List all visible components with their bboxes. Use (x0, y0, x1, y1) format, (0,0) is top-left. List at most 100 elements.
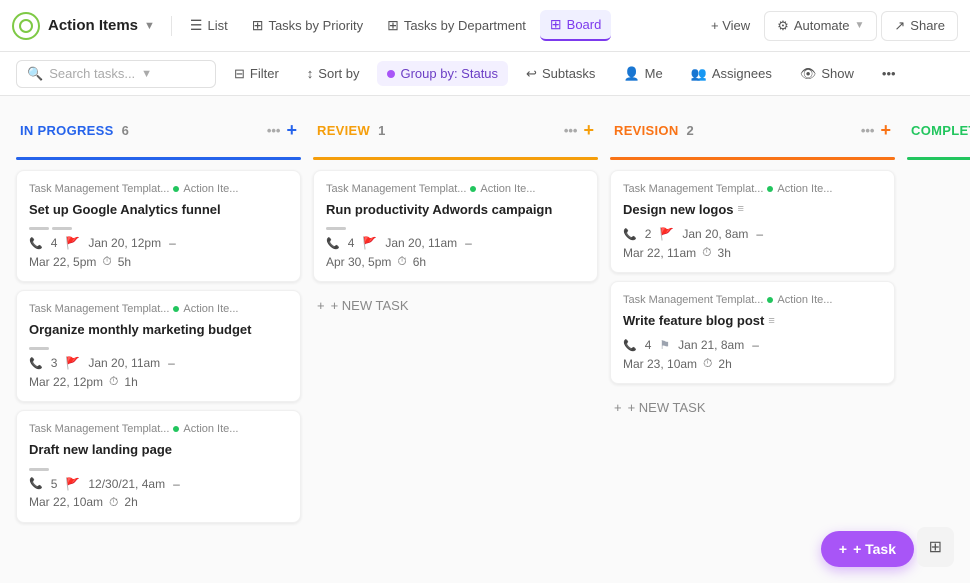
phone-icon: 📞 (623, 339, 637, 352)
col-more-icon[interactable]: ••• (564, 123, 578, 138)
status-dot (767, 186, 773, 192)
sort-icon: ↕ (307, 66, 314, 81)
sort-btn[interactable]: ↕ Sort by (297, 61, 370, 86)
phone-icon: 📞 (29, 357, 43, 370)
card-footer: Mar 22, 10am ⏱ 2h (29, 495, 288, 510)
more-icon: ••• (882, 66, 896, 81)
col-count-review: 1 (378, 123, 385, 138)
col-header-complete: COMPLETE 0 ••• + (907, 112, 970, 149)
card-set-up-analytics[interactable]: Task Management Templat... Action Ite...… (16, 170, 301, 282)
col-actions-revision[interactable]: ••• + (861, 120, 891, 141)
subtasks-btn[interactable]: ↩ Subtasks (516, 61, 605, 87)
flag-icon: 🚩 (65, 477, 80, 491)
nav-title: Action Items (48, 17, 138, 34)
status-dot (173, 306, 179, 312)
card-meta: Task Management Templat... Action Ite... (29, 303, 288, 315)
card-footer: Mar 23, 10am ⏱ 2h (623, 356, 882, 371)
card-title: Run productivity Adwords campaign (326, 201, 585, 219)
card-title: Design new logos ≡ (623, 201, 882, 219)
search-box[interactable]: 🔍 Search tasks... ▼ (16, 60, 216, 88)
card-title: Draft new landing page (29, 441, 288, 459)
task-fab[interactable]: + + Task (821, 531, 914, 567)
col-count-in-progress: 6 (122, 123, 129, 138)
grid-view-btn[interactable]: ⊞ (917, 527, 954, 567)
view-btn[interactable]: + View (701, 12, 760, 39)
col-add-icon[interactable]: + (583, 120, 594, 141)
clock-icon: ⏱ (109, 374, 118, 389)
col-add-icon[interactable]: + (880, 120, 891, 141)
tab-list[interactable]: ☰ List (180, 11, 238, 40)
automate-icon: ⚙ (777, 18, 789, 34)
top-nav: Action Items ▼ ☰ List ⊞ Tasks by Priorit… (0, 0, 970, 52)
toolbar: 🔍 Search tasks... ▼ ⊟ Filter ↕ Sort by G… (0, 52, 970, 96)
assignees-btn[interactable]: 👥 Assignees (681, 61, 782, 87)
list-icon: ☰ (190, 17, 203, 34)
plus-icon: + (317, 298, 325, 313)
flag-icon: 🚩 (65, 236, 80, 250)
card-footer: Mar 22, 11am ⏱ 3h (623, 245, 882, 260)
flag-icon: ⚑ (659, 338, 670, 352)
status-dot (767, 297, 773, 303)
col-header-revision: REVISION 2 ••• + (610, 112, 895, 149)
col-add-icon[interactable]: + (286, 120, 297, 141)
col-bar-revision (610, 157, 895, 160)
card-row: 📞 4 🚩 Jan 20, 12pm – (29, 236, 288, 250)
task-fab-icon: + (839, 541, 847, 557)
tab-tasks-dept[interactable]: ⊞ Tasks by Department (377, 11, 536, 40)
col-more-icon[interactable]: ••• (861, 123, 875, 138)
new-task-review[interactable]: + + NEW TASK (313, 290, 598, 321)
search-chevron-icon: ▼ (141, 68, 152, 80)
share-icon: ↗ (894, 18, 905, 34)
card-run-adwords[interactable]: Task Management Templat... Action Ite...… (313, 170, 598, 282)
status-dot (173, 186, 179, 192)
col-actions-in-progress[interactable]: ••• + (267, 120, 297, 141)
card-footer: Mar 22, 12pm ⏱ 1h (29, 374, 288, 389)
automate-chevron-icon: ▼ (854, 20, 864, 31)
column-revision: REVISION 2 ••• + Task Management Templat… (610, 112, 895, 567)
search-icon: 🔍 (27, 66, 43, 82)
card-meta: Task Management Templat... Action Ite... (29, 183, 288, 195)
col-title-revision: REVISION (614, 123, 679, 138)
more-options-btn[interactable]: ••• (872, 61, 906, 86)
status-dot (470, 186, 476, 192)
group-dot (387, 70, 395, 78)
col-count-revision: 2 (687, 123, 694, 138)
lines-icon: ≡ (738, 202, 744, 217)
filter-btn[interactable]: ⊟ Filter (224, 61, 289, 87)
group-status-btn[interactable]: Group by: Status (377, 61, 508, 86)
col-bar-in-progress (16, 157, 301, 160)
card-organize-marketing[interactable]: Task Management Templat... Action Ite...… (16, 290, 301, 402)
col-more-icon[interactable]: ••• (267, 123, 281, 138)
card-meta: Task Management Templat... Action Ite... (29, 423, 288, 435)
col-title-in-progress: IN PROGRESS (20, 123, 114, 138)
subtasks-icon: ↩ (526, 66, 537, 82)
nav-separator (171, 16, 172, 36)
clock-icon: ⏱ (397, 254, 406, 269)
card-write-blog[interactable]: Task Management Templat... Action Ite...… (610, 281, 895, 384)
card-meta: Task Management Templat... Action Ite... (326, 183, 585, 195)
tab-tasks-priority[interactable]: ⊞ Tasks by Priority (242, 11, 373, 40)
col-actions-review[interactable]: ••• + (564, 120, 594, 141)
nav-chevron-icon: ▼ (144, 20, 155, 32)
status-dot (173, 426, 179, 432)
assignees-icon: 👥 (691, 66, 707, 82)
plus-icon: + (614, 400, 622, 415)
column-complete: COMPLETE 0 ••• + (907, 112, 970, 567)
card-footer: Mar 22, 5pm ⏱ 5h (29, 254, 288, 269)
new-task-revision[interactable]: + + NEW TASK (610, 392, 895, 423)
share-btn[interactable]: ↗ Share (881, 11, 958, 41)
clock-icon: ⏱ (102, 254, 111, 269)
board: IN PROGRESS 6 ••• + Task Management Temp… (0, 96, 970, 583)
phone-icon: 📞 (29, 237, 43, 250)
show-btn[interactable]: 👁 Show (790, 61, 864, 87)
flag-icon: 🚩 (659, 227, 674, 241)
col-title-review: REVIEW (317, 123, 370, 138)
tab-board[interactable]: ⊞ Board (540, 10, 611, 41)
me-btn[interactable]: 👤 Me (613, 61, 672, 87)
automate-btn[interactable]: ⚙ Automate ▼ (764, 11, 877, 41)
card-draft-landing[interactable]: Task Management Templat... Action Ite...… (16, 410, 301, 522)
flag-icon: 🚩 (65, 356, 80, 370)
app-logo (12, 12, 40, 40)
card-design-logos[interactable]: Task Management Templat... Action Ite...… (610, 170, 895, 273)
filter-icon: ⊟ (234, 66, 245, 82)
